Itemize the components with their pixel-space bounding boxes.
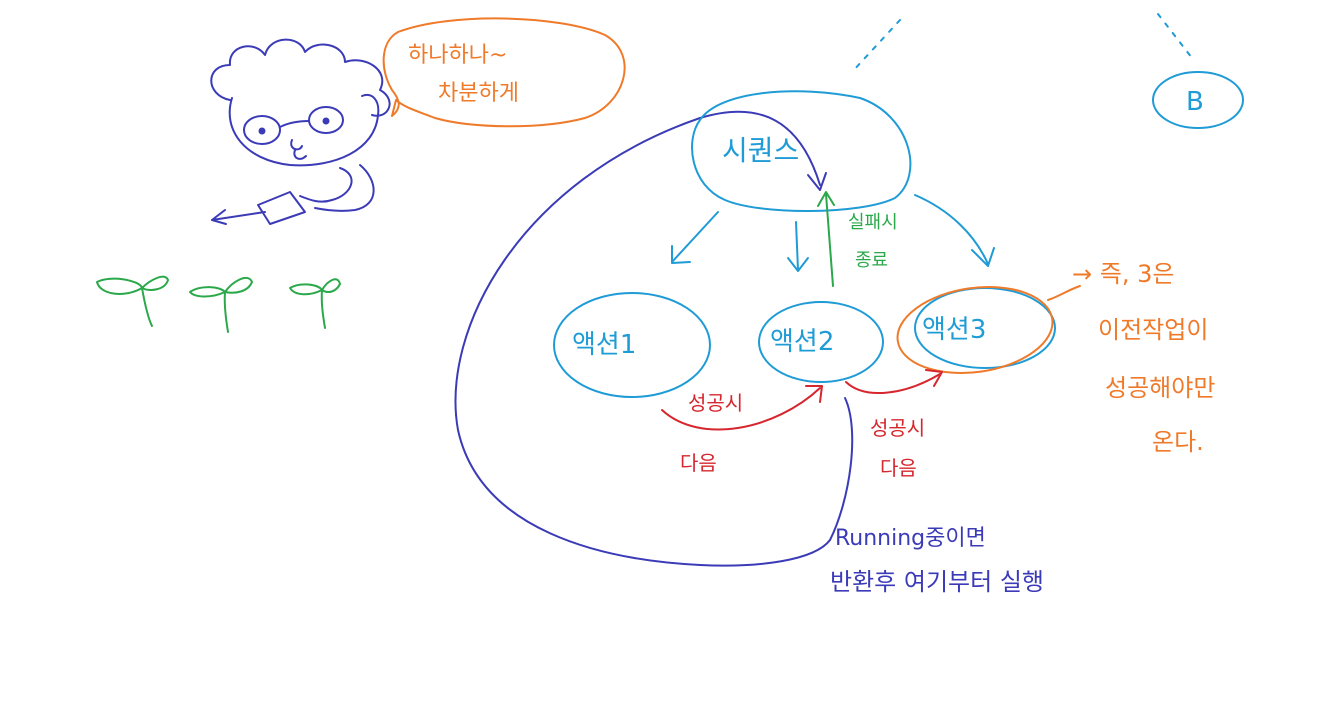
node-action1: 액션1 [553,292,711,398]
running-line-2: 반환후 여기부터 실행 [830,568,1044,596]
fail-arrow: 실패시 종료 [817,191,898,287]
dotted-connector-lines [851,13,1193,73]
node-sequence-label: 시퀀스 [722,134,799,167]
success-arrow-a: 성공시 다음 [661,385,823,475]
running-loop-tail [699,397,854,567]
fail-label-2: 종료 [855,250,888,271]
node-b-label: B [1186,87,1204,117]
fail-label-1: 실패시 [848,212,898,233]
node-sequence: 시퀀스 [691,90,912,212]
sequence-child-arrows [671,194,995,272]
behavior-tree-sketch: 하나하나~ 차분하게 시퀀스 B 실패시 종료 액션1 액션2 액션3 성공시 … [96,13,1244,596]
note-line-4: 온다. [1152,428,1204,456]
speech-bubble-line2: 차분하게 [438,81,519,106]
note-line-1: → 즉, 3은 [1072,260,1174,288]
note-line-3: 성공해야만 [1105,374,1215,402]
node-action2: 액션2 [758,301,884,383]
running-loop-arrow [454,110,821,566]
node-action3: 액션3 [896,286,1056,374]
node-b: B [1152,71,1244,129]
node-action1-label: 액션1 [572,330,636,360]
speech-bubble-line1: 하나하나~ [408,43,507,68]
success-b-label-1: 성공시 [870,416,925,440]
success-b-label-2: 다음 [880,456,917,480]
grandma-drawing [210,38,391,225]
node-action3-label: 액션3 [922,315,986,345]
speech-bubble: 하나하나~ 차분하게 [382,17,626,128]
node-action2-label: 액션2 [770,327,834,357]
success-a-label-2: 다음 [680,451,717,475]
note-line-2: 이전작업이 [1098,316,1208,344]
success-arrow-b: 성공시 다음 [845,369,943,480]
note-action3: → 즉, 3은 이전작업이 성공해야만 온다. [1047,260,1215,456]
success-a-label-1: 성공시 [688,391,743,415]
note-running: Running중이면 반환후 여기부터 실행 [830,526,1044,596]
sprouts-decoration [96,275,341,333]
running-line-1: Running중이면 [835,526,986,551]
